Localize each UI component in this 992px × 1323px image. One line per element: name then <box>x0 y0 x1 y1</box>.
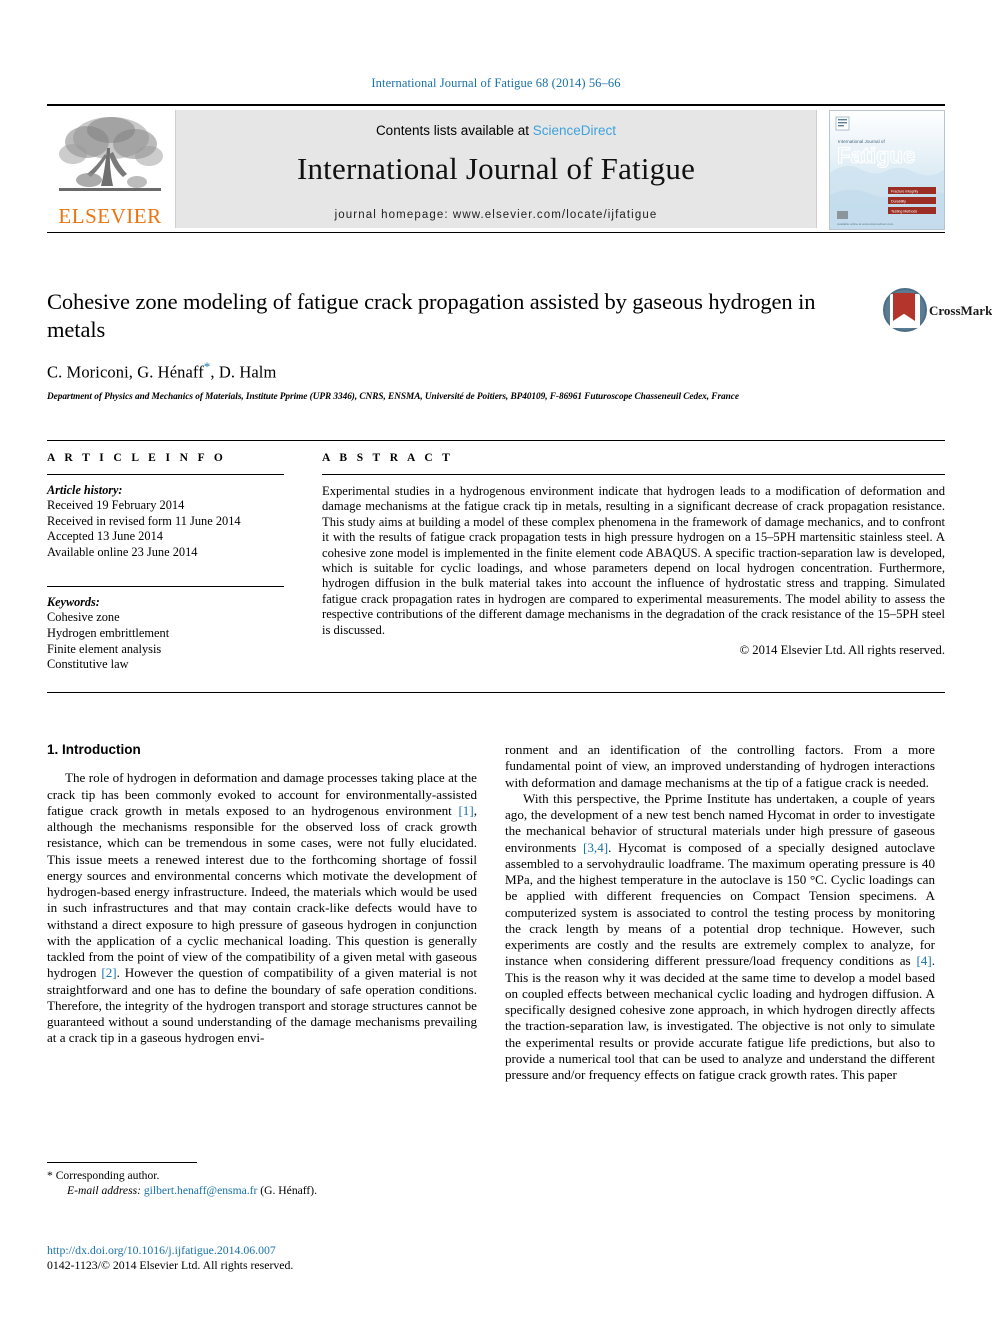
affiliation: Department of Physics and Mechanics of M… <box>47 391 739 402</box>
title-block: Cohesive zone modeling of fatigue crack … <box>47 288 992 402</box>
keywords-label: Keywords: <box>47 595 100 610</box>
citation-ref-4[interactable]: [4] <box>916 953 931 968</box>
citation-ref-1[interactable]: [1] <box>458 803 473 818</box>
article-history-label: Article history: <box>47 483 123 497</box>
history-item: Received 19 February 2014 <box>47 498 185 512</box>
contents-prefix: Contents lists available at <box>375 123 533 138</box>
abstract-text: Experimental studies in a hydrogenous en… <box>322 484 945 637</box>
keyword-item: Hydrogen embrittlement <box>47 625 170 640</box>
citation-ref-3-4[interactable]: [3,4] <box>583 840 608 855</box>
journal-homepage[interactable]: journal homepage: www.elsevier.com/locat… <box>176 209 816 221</box>
footnote-email-line: E-mail address: gilbert.henaff@ensma.fr … <box>47 1184 477 1199</box>
crossmark-label: CrossMark <box>929 303 992 318</box>
masthead-bottom-rule <box>47 232 945 233</box>
keyword-item: Finite element analysis <box>47 641 162 656</box>
intro-paragraph-left: The role of hydrogen in deformation and … <box>47 770 477 1046</box>
footnote-rule <box>47 1162 197 1163</box>
keyword-item: Cohesive zone <box>47 610 120 625</box>
contents-available-line: Contents lists available at ScienceDirec… <box>176 110 816 138</box>
svg-text:Available online at www.scienc: Available online at www.sciencedirect.co… <box>837 222 894 226</box>
history-item: Received in revised form 11 June 2014 <box>47 513 241 528</box>
page-footer: http://dx.doi.org/10.1016/j.ijfatigue.20… <box>47 1243 477 1273</box>
footnote-corresponding: * Corresponding author. <box>47 1169 477 1184</box>
abstract-heading: A B S T R A C T <box>322 452 454 464</box>
page-title: Cohesive zone modeling of fatigue crack … <box>47 289 816 342</box>
svg-text:Testing Methods: Testing Methods <box>891 210 917 214</box>
intro-text-b: , although the mechanisms responsible fo… <box>47 802 477 981</box>
info-top-rule <box>47 440 945 441</box>
abstract-copyright: © 2014 Elsevier Ltd. All rights reserved… <box>739 643 945 658</box>
elsevier-wordmark: ELSEVIER <box>58 204 162 228</box>
history-item: Available online 23 June 2014 <box>47 544 198 559</box>
crossmark-badge[interactable]: CrossMark <box>837 288 992 334</box>
abstract-column: A B S T R A C T Experimental studies in … <box>322 452 945 658</box>
svg-text:Fracture Integrity: Fracture Integrity <box>891 190 918 194</box>
section-heading-introduction: 1. Introduction <box>47 742 141 757</box>
body-column-right: ronment and an identification of the con… <box>505 742 935 1083</box>
author-names-tail: , D. Halm <box>210 362 277 382</box>
intro-paragraph-right-cont: ronment and an identification of the con… <box>505 742 935 790</box>
intro-paragraph-2: With this perspective, the Pprime Instit… <box>505 791 935 1084</box>
cover-title: Fatigue <box>837 143 915 168</box>
article-first-page: International Journal of Fatigue 68 (201… <box>0 0 992 1323</box>
svg-text:Durability: Durability <box>891 200 906 204</box>
masthead-top-rule <box>47 104 945 106</box>
citation-ref-2[interactable]: [2] <box>101 965 116 980</box>
history-item: Accepted 13 June 2014 <box>47 529 163 544</box>
article-info-heading: A R T I C L E I N F O <box>47 452 227 464</box>
journal-masthead: ELSEVIER Contents lists available at Sci… <box>47 104 945 234</box>
journal-banner: Contents lists available at ScienceDirec… <box>175 110 817 228</box>
article-info-column: A R T I C L E I N F O Article history: R… <box>47 452 284 673</box>
footnote-marker: * <box>47 1169 53 1182</box>
author-names: C. Moriconi, G. Hénaff <box>47 362 204 382</box>
intro2-text-c: . This is the reason why it was decided … <box>505 953 935 1082</box>
email-owner: (G. Hénaff). <box>260 1183 318 1197</box>
cover-badges: Fracture Integrity Durability Testing Me… <box>888 187 936 214</box>
running-head: International Journal of Fatigue 68 (201… <box>371 76 621 90</box>
doi-link[interactable]: http://dx.doi.org/10.1016/j.ijfatigue.20… <box>47 1243 477 1258</box>
email-label: E-mail address: <box>67 1183 141 1197</box>
keyword-item: Constitutive law <box>47 657 129 672</box>
abstract-rule <box>322 474 945 475</box>
footnote-corresponding-text: Corresponding author. <box>55 1169 160 1182</box>
email-link[interactable]: gilbert.henaff@ensma.fr <box>144 1184 257 1197</box>
issn-copyright-line: 0142-1123/© 2014 Elsevier Ltd. All right… <box>47 1258 294 1272</box>
journal-title: International Journal of Fatigue <box>296 151 696 186</box>
journal-cover-thumbnail[interactable]: International Journal of Fatigue Fractur… <box>829 110 945 230</box>
cover-artwork: International Journal of Fatigue Fractur… <box>830 111 944 229</box>
intro2-text-b: . Hycomat is composed of a specially des… <box>505 839 935 969</box>
elsevier-tree-icon <box>59 117 163 191</box>
body-column-left: 1. Introduction The role of hydrogen in … <box>47 742 477 1047</box>
sciencedirect-link[interactable]: ScienceDirect <box>533 123 616 138</box>
keywords-rule <box>47 586 284 588</box>
corresponding-author-footnote: * Corresponding author. E-mail address: … <box>47 1162 477 1198</box>
info-bottom-rule <box>47 692 945 693</box>
elsevier-logo: ELSEVIER <box>49 112 171 232</box>
crossmark-bookmark-icon <box>883 288 927 332</box>
article-info-rule <box>47 474 284 475</box>
intro-text-a: The role of hydrogen in deformation and … <box>47 770 477 818</box>
author-list: C. Moriconi, G. Hénaff*, D. Halm <box>47 359 945 383</box>
